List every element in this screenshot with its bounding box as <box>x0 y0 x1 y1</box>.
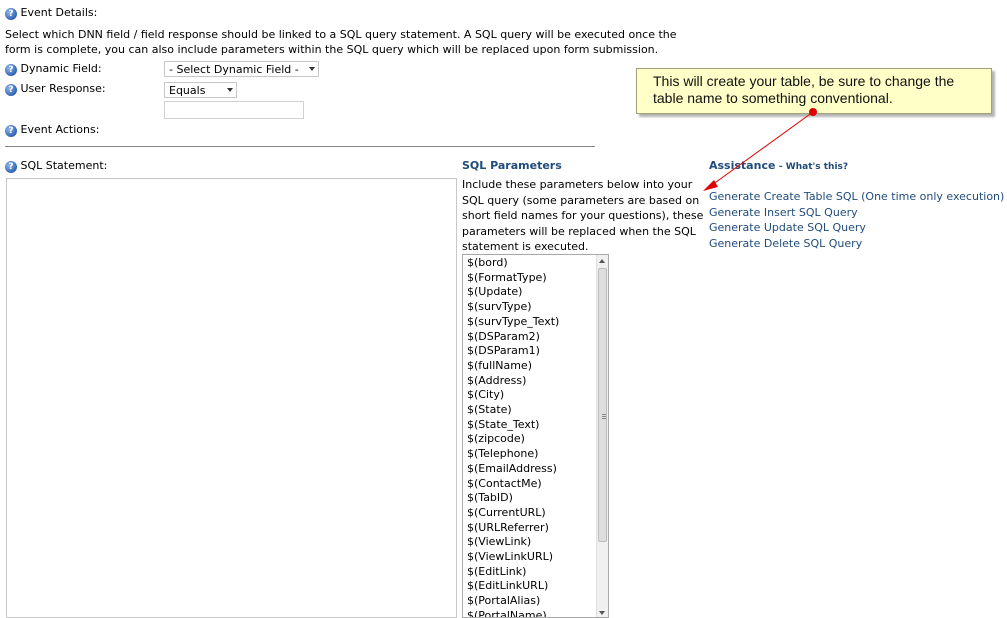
arrow-head <box>703 180 718 191</box>
annotation-arrow <box>703 108 817 191</box>
arrow-origin-dot <box>809 108 817 116</box>
arrow-line <box>711 111 814 186</box>
